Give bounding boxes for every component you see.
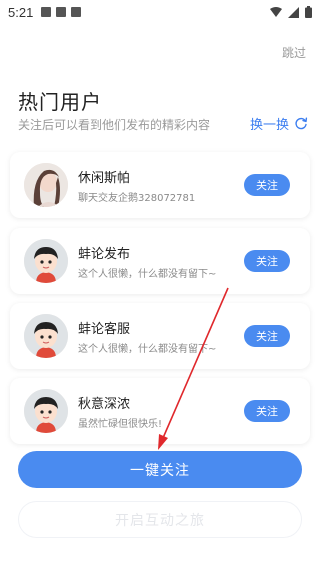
signal-icon	[288, 6, 299, 18]
follow-all-button[interactable]: 一键关注	[18, 451, 302, 488]
wifi-icon	[270, 7, 282, 17]
follow-button[interactable]: 关注	[244, 174, 290, 196]
user-name: 秋意深浓	[78, 397, 131, 412]
refresh-icon	[295, 117, 308, 129]
user-description: 这个人很懒，什么都没有留下~	[78, 344, 217, 355]
battery-icon	[305, 6, 312, 18]
user-description: 虽然忙碌但很快乐!	[78, 419, 163, 430]
text-icon	[71, 7, 82, 17]
follow-button[interactable]: 关注	[244, 250, 290, 272]
user-name: 休闲斯帕	[78, 171, 131, 186]
page-title: 热门用户	[18, 90, 102, 114]
cartoon-avatar	[24, 239, 68, 283]
page-subtitle: 关注后可以看到他们发布的精彩内容	[18, 118, 211, 132]
sim-icon	[56, 7, 67, 17]
user-card[interactable]: 秋意深浓 虽然忙碌但很快乐! 关注	[10, 378, 310, 444]
photo-avatar	[24, 163, 68, 207]
user-card[interactable]: 休闲斯帕 聊天交友企鹅328072781 关注	[10, 152, 310, 218]
skip-button[interactable]: 跳过	[282, 44, 306, 61]
user-name: 蚌论客服	[78, 322, 131, 337]
refresh-button[interactable]: 换一换	[250, 114, 308, 133]
start-button[interactable]: 开启互动之旅	[18, 501, 302, 538]
cartoon-avatar	[24, 314, 68, 358]
user-description: 聊天交友企鹅328072781	[78, 193, 196, 204]
gallery-icon	[41, 7, 52, 17]
refresh-label: 换一换	[249, 118, 289, 133]
follow-button[interactable]: 关注	[244, 325, 290, 347]
status-time: 5:21	[8, 4, 34, 20]
cartoon-avatar	[24, 389, 68, 433]
follow-button[interactable]: 关注	[244, 400, 290, 422]
user-card[interactable]: 蚌论客服 这个人很懒，什么都没有留下~ 关注	[10, 303, 310, 369]
user-description: 这个人很懒，什么都没有留下~	[78, 269, 217, 280]
user-card[interactable]: 蚌论发布 这个人很懒，什么都没有留下~ 关注	[10, 228, 310, 294]
status-bar: 5:21	[0, 0, 320, 24]
user-name: 蚌论发布	[78, 247, 131, 262]
